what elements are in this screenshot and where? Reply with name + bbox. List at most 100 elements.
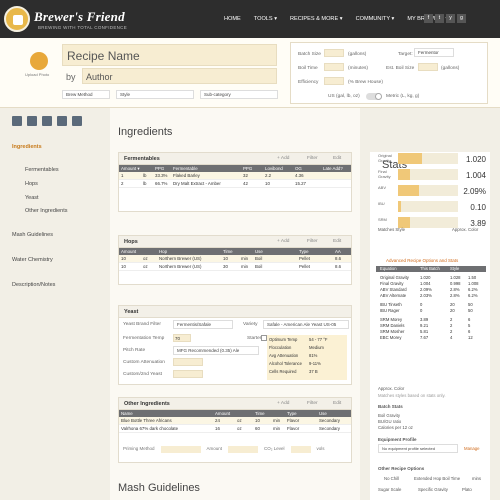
equipment-select[interactable]: No equipment profile selected — [378, 444, 458, 453]
sidebar-item-notes[interactable]: Description/Notes — [12, 282, 55, 288]
advanced-options-link[interactable]: Advanced Recipe Options and Stats — [386, 258, 458, 263]
sidebar-item-water[interactable]: Water Chemistry — [12, 257, 53, 263]
variety-label: Variety — [243, 322, 258, 327]
advanced-stats-table: Equation This Batch Style Original Gravity… — [376, 266, 486, 341]
add-fermentable-button[interactable]: + Add — [277, 156, 289, 161]
specific-gravity-option[interactable]: Specific Gravity — [418, 487, 448, 492]
table-row[interactable]: Blue Bottle Three Africans 24 oz 10 min Flavo… — [119, 417, 351, 425]
author-input[interactable]: Author — [82, 68, 277, 84]
stat-label: IBU — [378, 201, 385, 206]
sidebar-item-mash[interactable]: Mash Guidelines — [12, 232, 53, 238]
nav-tools[interactable]: TOOLS ▾ — [254, 16, 277, 22]
boil-time-input[interactable] — [324, 63, 344, 71]
filter-button[interactable]: Filter — [307, 156, 318, 161]
brew-icon[interactable] — [42, 116, 52, 126]
units-toggle[interactable] — [366, 93, 382, 100]
table-row[interactable]: 1 lb 33.3% Flaked Barley 32 2.2 4.36 — [119, 172, 351, 180]
yeast-brand-select[interactable]: Fermentis/Safale — [173, 320, 233, 329]
custom-yeast-label: Custom/2nd Yeast — [123, 372, 162, 377]
save-icon[interactable] — [12, 116, 22, 126]
fermentables-title: Fermentables — [124, 156, 160, 162]
twitter-icon[interactable]: t — [435, 14, 444, 23]
yeast-brand-label: Yeast Brand Filter — [123, 322, 161, 327]
plato-option[interactable]: Plato — [462, 487, 472, 492]
table-row[interactable]: 10 oz Northern Brewer (US) 30 min Boil Pellet 8… — [119, 263, 351, 271]
nav-home[interactable]: HOME — [224, 16, 241, 22]
filter-button[interactable]: Filter — [307, 401, 318, 406]
table-row[interactable]: 2 lb 66.7% Dry Malt Extract - Amber 42 10 15.2… — [119, 180, 351, 188]
yeast-card: Yeast Yeast Brand Filter Fermentis/Safal… — [118, 305, 352, 385]
boil-gravity: Boil Gravity — [378, 413, 400, 418]
facebook-icon[interactable]: f — [424, 14, 433, 23]
amount-input[interactable] — [228, 446, 259, 453]
efficiency-label: Efficiency — [298, 80, 319, 85]
stats-row: IBU Rager 0 20 50 — [380, 308, 473, 313]
units-metric[interactable]: Metric (L, kg, g) — [386, 94, 419, 99]
stats-row: ABV Alternate 2.03% 2.8% 6.2% — [380, 293, 478, 298]
co2-input[interactable] — [290, 446, 311, 453]
units-us[interactable]: US (gal, lb, oz) — [328, 94, 360, 99]
add-hop-button[interactable]: + Add — [277, 239, 289, 244]
stat-bar — [398, 185, 458, 196]
print-icon[interactable] — [27, 116, 37, 126]
stat-row: IBU 0.10 — [378, 201, 486, 213]
sugar-scale-label: Sugar Scale — [378, 487, 402, 492]
filter-button[interactable]: Filter — [307, 239, 318, 244]
custom-atten-input[interactable] — [173, 358, 203, 366]
table-row[interactable]: Valrhona 67% dark chocolate 16 oz 60 min Flav… — [119, 425, 351, 433]
edit-button[interactable]: Edit — [333, 401, 341, 406]
sidebar-item-yeast[interactable]: Yeast — [25, 195, 39, 201]
brew-method-select[interactable]: Brew Method — [62, 90, 110, 99]
pitch-rate-select[interactable]: MFG Recommended (0.35) Ale — [173, 346, 259, 355]
recipe-name-input[interactable]: Recipe Name — [62, 44, 277, 66]
copy-icon[interactable] — [72, 116, 82, 126]
efficiency-input[interactable] — [324, 77, 344, 85]
nav-community[interactable]: COMMUNITY ▾ — [356, 16, 395, 22]
add-other-button[interactable]: + Add — [277, 401, 289, 406]
stat-fill — [398, 153, 422, 164]
no-chill-label[interactable]: No Chill — [384, 476, 399, 481]
stat-row: ABV 2.09% — [378, 185, 486, 197]
upload-photo-icon[interactable] — [30, 52, 48, 70]
stat-fill — [398, 201, 401, 212]
subcategory-select[interactable]: Sub-category — [200, 90, 278, 99]
hops-title: Hops — [124, 239, 138, 245]
manage-link[interactable]: Manage — [464, 446, 480, 451]
batch-size-input[interactable] — [324, 49, 344, 57]
est-boil-input[interactable] — [418, 63, 438, 71]
stat-bar — [398, 153, 458, 164]
table-row[interactable]: 10 oz Northern Brewer (US) 10 min Boil Pellet 8… — [119, 255, 351, 263]
target-select[interactable]: Fermentor — [414, 48, 454, 57]
sidebar-tools — [12, 116, 82, 126]
fermentables-card: Fermentables + Add Filter Edit Amount ▾ PPG F… — [118, 152, 352, 212]
ferm-temp-input[interactable]: 70 — [173, 334, 191, 342]
stat-bar — [398, 169, 458, 180]
share-icon[interactable] — [57, 116, 67, 126]
nav-recipes[interactable]: RECIPES & MORE ▾ — [290, 16, 343, 22]
yeast-title: Yeast — [124, 309, 139, 315]
stat-value: 1.020 — [465, 155, 486, 164]
edit-button[interactable]: Edit — [333, 239, 341, 244]
google-icon[interactable]: g — [457, 14, 466, 23]
ferm-temp-label: Fermentation Temp — [123, 336, 165, 341]
efficiency-unit: (% Brew House) — [348, 80, 383, 85]
ingredients-heading: Ingredients — [118, 126, 173, 138]
variety-select[interactable]: Safale - American Ale Yeast US-05 — [263, 320, 349, 329]
stat-value: 1.004 — [465, 171, 486, 180]
starter-label: Starter — [247, 336, 262, 341]
youtube-icon[interactable]: y — [446, 14, 455, 23]
sidebar-item-other[interactable]: Other Ingredients — [25, 208, 68, 214]
sidebar-item-fermentables[interactable]: Fermentables — [25, 167, 59, 173]
matches-style: Matches Style — [378, 227, 405, 232]
edit-button[interactable]: Edit — [333, 156, 341, 161]
custom-yeast-input[interactable] — [173, 370, 203, 378]
est-boil-unit: (gallons) — [441, 66, 460, 71]
priming-input[interactable] — [160, 446, 201, 453]
logo[interactable] — [4, 6, 30, 32]
approx-color: Approx. Color — [452, 227, 479, 232]
stat-row: Final Gravity 1.004 — [378, 169, 486, 181]
sidebar-item-ingredients[interactable]: Ingredients — [12, 144, 42, 150]
style-select[interactable]: Style — [116, 90, 194, 99]
sidebar-item-hops[interactable]: Hops — [25, 181, 38, 187]
mins-label: mins — [472, 476, 482, 481]
